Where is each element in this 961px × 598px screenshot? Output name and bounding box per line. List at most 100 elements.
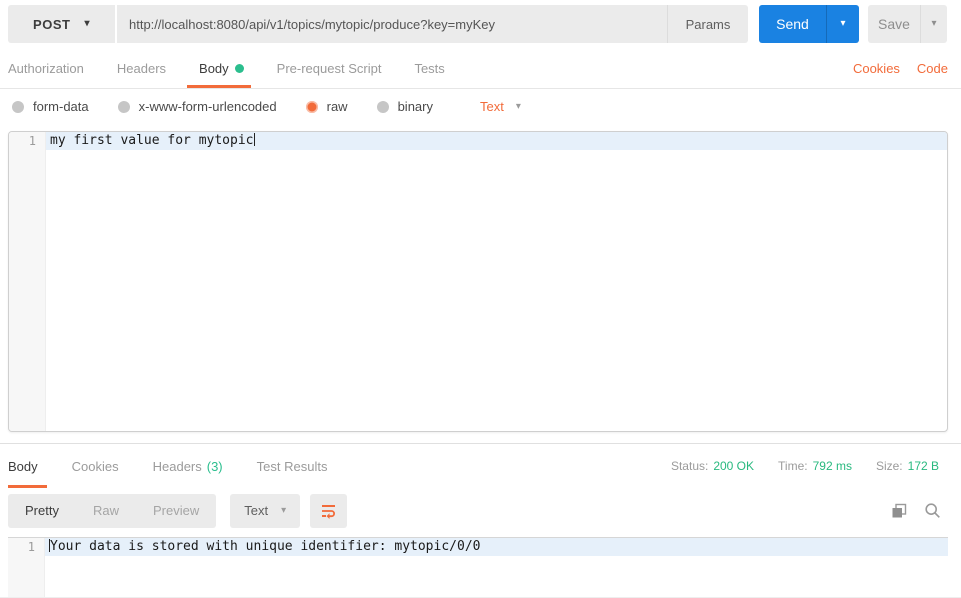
- radio-icon: [376, 100, 389, 113]
- response-tab-body[interactable]: Body: [8, 444, 47, 488]
- size-badge: Size: 172 B: [876, 459, 939, 473]
- tab-links: Cookies Code: [853, 48, 948, 88]
- request-bar: POST ▾ Params Send ▾ Save ▾: [0, 0, 961, 48]
- tab-label: Tests: [414, 60, 445, 76]
- body-present-indicator-icon: [234, 63, 244, 73]
- send-button[interactable]: Send: [759, 5, 826, 43]
- response-code-area: Your data is stored with unique identifi…: [45, 538, 948, 597]
- url-group: Params: [117, 5, 748, 43]
- view-mode-pretty[interactable]: Pretty: [8, 494, 76, 528]
- send-group: Send ▾: [759, 5, 859, 43]
- params-button[interactable]: Params: [667, 5, 748, 43]
- code-line: my first value for mytopic: [46, 132, 947, 150]
- code-text: my first value for mytopic: [50, 133, 254, 148]
- text-caret: [253, 133, 255, 146]
- search-icon: [925, 503, 940, 518]
- format-label: Text: [244, 503, 269, 518]
- radio-icon: [12, 100, 24, 113]
- radio-checked-icon: [305, 100, 318, 113]
- radio-form-data[interactable]: form-data: [12, 99, 89, 114]
- cookies-link[interactable]: Cookies: [853, 61, 900, 76]
- search-button[interactable]: [924, 502, 941, 519]
- response-section: Body Cookies Headers (3) Test Results St…: [0, 443, 961, 597]
- tab-label: Test Results: [256, 458, 328, 474]
- params-label: Params: [685, 16, 731, 32]
- seg-label: Preview: [152, 503, 200, 518]
- seg-label: Raw: [92, 503, 119, 518]
- response-body-viewer[interactable]: 1 Your data is stored with unique identi…: [8, 537, 948, 597]
- request-body-editor: 1 my first value for mytopic: [8, 131, 948, 432]
- body-type-row: form-data x-www-form-urlencoded raw bina…: [0, 89, 961, 124]
- size-value: 172 B: [907, 459, 939, 473]
- tab-pre-request-script[interactable]: Pre-request Script: [277, 48, 382, 88]
- response-toolbar-icons: [891, 502, 941, 519]
- status-label: Status:: [670, 459, 709, 473]
- format-label: Text: [480, 99, 504, 114]
- radio-label: form-data: [33, 99, 89, 114]
- line-number: 1: [28, 134, 36, 148]
- url-input[interactable]: [117, 5, 667, 43]
- line-number-gutter: 1: [9, 132, 46, 431]
- line-number: 1: [27, 540, 35, 554]
- response-format-select[interactable]: Text ▾: [230, 493, 301, 528]
- save-group: Save ▾: [868, 5, 947, 43]
- wrap-text-icon: [322, 505, 336, 519]
- tab-label: Authorization: [8, 60, 84, 76]
- headers-count-badge: (3): [206, 458, 223, 474]
- radio-label: x-www-form-urlencoded: [138, 99, 277, 114]
- chevron-down-icon: ▾: [84, 18, 90, 29]
- size-label: Size:: [875, 459, 903, 473]
- wrap-text-button[interactable]: [310, 493, 348, 528]
- tab-label: Body: [199, 60, 229, 76]
- save-options-button[interactable]: ▾: [920, 5, 947, 43]
- method-select[interactable]: POST ▾: [8, 5, 115, 43]
- radio-raw[interactable]: raw: [305, 99, 348, 114]
- view-mode-group: Pretty Raw Preview: [8, 493, 217, 528]
- chevron-down-icon: ▾: [515, 100, 521, 112]
- method-label: POST: [33, 16, 71, 32]
- tab-tests[interactable]: Tests: [414, 48, 444, 88]
- copy-icon: [892, 503, 907, 517]
- chevron-down-icon: ▾: [281, 504, 287, 516]
- response-tab-headers[interactable]: Headers (3): [153, 444, 223, 488]
- radio-icon: [117, 100, 130, 113]
- status-value: 200 OK: [713, 459, 755, 473]
- send-options-button[interactable]: ▾: [826, 5, 859, 43]
- response-tabs: Body Cookies Headers (3) Test Results St…: [0, 444, 961, 488]
- radio-binary[interactable]: binary: [376, 99, 433, 114]
- time-badge: Time: 792 ms: [778, 459, 852, 473]
- tab-body[interactable]: Body: [187, 48, 251, 88]
- postman-window: POST ▾ Params Send ▾ Save ▾ Authorizatio…: [0, 0, 961, 598]
- copy-button[interactable]: [891, 503, 907, 519]
- line-number-gutter: 1: [8, 538, 45, 597]
- code-line: Your data is stored with unique identifi…: [45, 538, 948, 556]
- response-toolbar: Pretty Raw Preview Text ▾: [0, 488, 961, 533]
- request-tabs: Authorization Headers Body Pre-request S…: [0, 48, 961, 89]
- body-format-select[interactable]: Text ▾: [480, 99, 521, 114]
- chevron-down-icon: ▾: [931, 18, 937, 29]
- view-mode-raw[interactable]: Raw: [76, 494, 136, 528]
- view-mode-preview[interactable]: Preview: [136, 494, 216, 528]
- response-tab-cookies[interactable]: Cookies: [72, 444, 119, 488]
- time-value: 792 ms: [812, 459, 852, 473]
- time-label: Time:: [778, 459, 808, 473]
- response-meta: Status: 200 OK Time: 792 ms Size: 172 B: [671, 444, 939, 488]
- tab-label: Body: [8, 458, 38, 474]
- chevron-down-icon: ▾: [840, 18, 846, 29]
- seg-label: Pretty: [25, 503, 59, 518]
- tab-headers[interactable]: Headers: [117, 48, 166, 88]
- tab-label: Headers: [152, 458, 202, 474]
- radio-x-www-form-urlencoded[interactable]: x-www-form-urlencoded: [117, 99, 277, 114]
- save-button[interactable]: Save: [868, 5, 920, 43]
- tab-authorization[interactable]: Authorization: [8, 48, 84, 88]
- tab-label: Pre-request Script: [276, 60, 382, 76]
- code-link[interactable]: Code: [917, 61, 948, 76]
- code-text: Your data is stored with unique identifi…: [50, 539, 481, 554]
- response-tab-test-results[interactable]: Test Results: [257, 444, 328, 488]
- request-body-input[interactable]: my first value for mytopic: [46, 132, 947, 431]
- tab-label: Cookies: [71, 458, 119, 474]
- status-badge: Status: 200 OK: [671, 459, 754, 473]
- tab-label: Headers: [116, 60, 167, 76]
- radio-label: binary: [397, 99, 433, 114]
- radio-label: raw: [326, 99, 348, 114]
